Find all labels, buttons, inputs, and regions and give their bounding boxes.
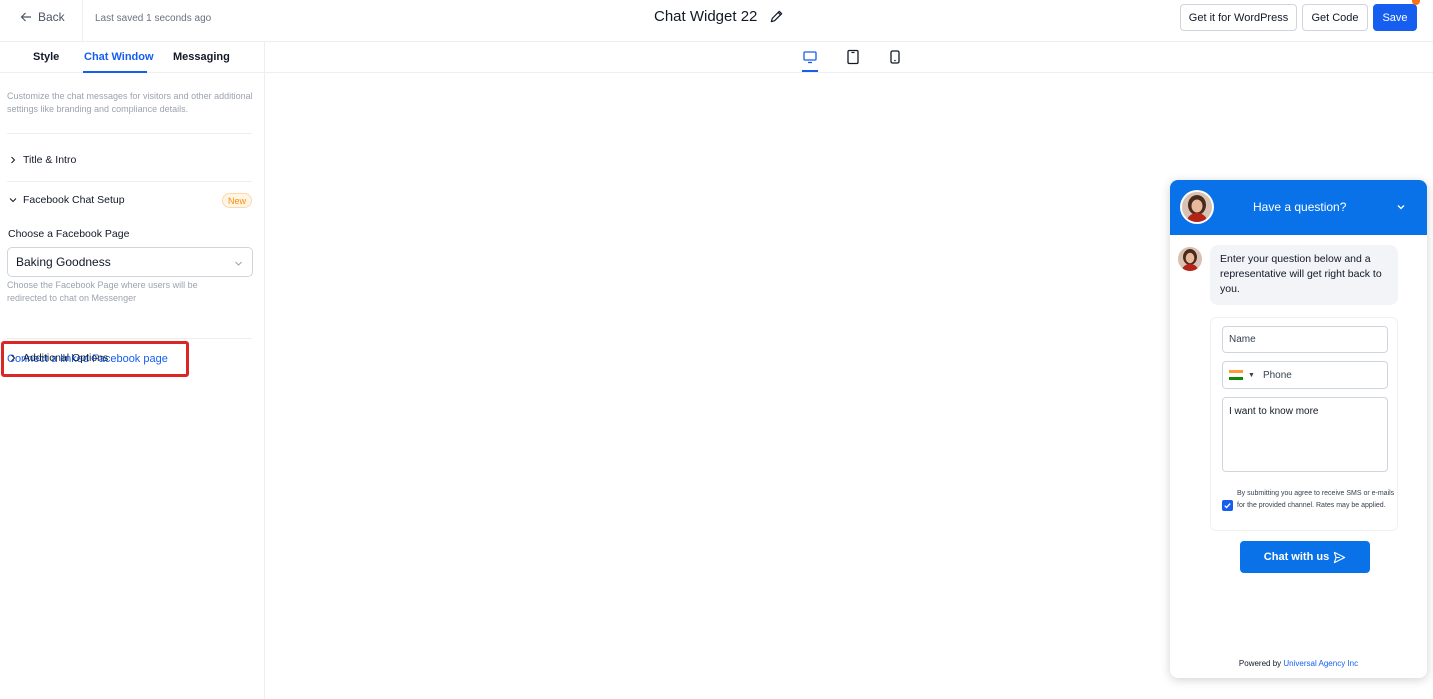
contact-form: Name ▼ Phone I want to know more By subm…: [1210, 317, 1398, 531]
chevron-down-icon: [235, 261, 242, 266]
agent-photo: [1178, 247, 1202, 271]
get-for-wordpress-button[interactable]: Get it for WordPress: [1180, 4, 1297, 31]
back-button[interactable]: Back: [20, 10, 65, 24]
phone-placeholder: Phone: [1262, 369, 1292, 381]
section-additional-options-label: Additional Options: [23, 352, 109, 364]
india-flag-icon[interactable]: [1229, 370, 1243, 380]
page-title: Chat Widget 22: [654, 8, 758, 25]
pencil-icon[interactable]: [769, 9, 784, 24]
section-title-intro-label: Title & Intro: [23, 154, 77, 166]
chat-widget-preview: Have a question? Enter your question bel…: [1170, 180, 1427, 678]
agency-link[interactable]: Universal Agency Inc: [1283, 659, 1358, 668]
chevron-down-icon: [9, 198, 17, 203]
agent-avatar-small: [1178, 247, 1202, 271]
agent-avatar: [1180, 190, 1214, 224]
section-facebook-chat-setup[interactable]: Facebook Chat Setup: [9, 194, 125, 206]
consent-text: By submitting you agree to receive SMS o…: [1237, 490, 1395, 509]
facebook-helper-text: Choose the Facebook Page where users wil…: [7, 280, 198, 303]
desktop-icon: [803, 51, 817, 64]
message-textarea[interactable]: I want to know more: [1222, 397, 1388, 472]
powered-by-footer: Powered by Universal Agency Inc: [1170, 659, 1427, 668]
consent-checkbox[interactable]: [1222, 500, 1233, 511]
message-value: I want to know more: [1229, 406, 1319, 417]
widget-header-title: Have a question?: [1253, 200, 1347, 214]
settings-panel: Style Chat Window Messaging Customize th…: [0, 42, 265, 699]
new-badge: New: [222, 193, 252, 208]
settings-tabs: Style Chat Window Messaging: [0, 42, 264, 73]
active-device-indicator: [802, 70, 818, 72]
name-input[interactable]: Name: [1222, 326, 1388, 353]
mobile-view-button[interactable]: [887, 49, 903, 65]
facebook-page-label: Choose a Facebook Page: [8, 228, 130, 240]
chat-button-label: Chat with us: [1263, 551, 1330, 563]
powered-by-label: Powered by: [1238, 659, 1282, 668]
tab-style[interactable]: Style: [33, 51, 59, 63]
section-title-intro[interactable]: Title & Intro: [9, 154, 76, 166]
tablet-view-button[interactable]: [845, 49, 861, 65]
chevron-down-icon[interactable]: [1396, 202, 1406, 212]
widget-header: Have a question?: [1170, 180, 1427, 235]
tab-chat-window[interactable]: Chat Window: [84, 51, 154, 63]
divider: [7, 181, 252, 182]
facebook-page-value: Baking Goodness: [16, 255, 111, 269]
tablet-icon: [847, 49, 859, 65]
active-tab-indicator: [83, 71, 147, 73]
divider: [82, 0, 83, 42]
facebook-page-select[interactable]: Baking Goodness: [7, 247, 253, 277]
top-bar: Back Last saved 1 seconds ago Chat Widge…: [0, 0, 1433, 42]
intro-message-bubble: Enter your question below and a represen…: [1210, 245, 1398, 305]
phone-input[interactable]: ▼ Phone: [1222, 361, 1388, 389]
send-icon: [1334, 551, 1346, 563]
divider: [7, 133, 252, 134]
tab-messaging[interactable]: Messaging: [173, 51, 230, 63]
name-placeholder: Name: [1229, 334, 1256, 345]
mobile-icon: [890, 50, 900, 64]
arrow-left-icon: [20, 12, 31, 22]
back-label: Back: [38, 10, 65, 24]
agent-photo: [1182, 192, 1212, 222]
get-code-button[interactable]: Get Code: [1302, 4, 1368, 31]
panel-description: Customize the chat messages for visitors…: [7, 91, 253, 114]
check-icon: [1224, 503, 1231, 509]
caret-down-icon[interactable]: ▼: [1248, 372, 1255, 379]
notification-dot: [1412, 0, 1420, 5]
chat-with-us-button[interactable]: Chat with us: [1240, 541, 1370, 573]
chevron-right-icon: [11, 156, 16, 164]
device-toolbar: [265, 42, 1433, 73]
chevron-right-icon: [11, 354, 16, 362]
save-button[interactable]: Save: [1373, 4, 1417, 31]
desktop-view-button[interactable]: [802, 49, 818, 65]
last-saved-text: Last saved 1 seconds ago: [95, 13, 212, 24]
widget-title: Chat Widget 22: [654, 8, 784, 25]
divider: [7, 338, 252, 339]
section-facebook-label: Facebook Chat Setup: [23, 194, 125, 206]
section-additional-options[interactable]: Additional Options: [9, 352, 108, 364]
